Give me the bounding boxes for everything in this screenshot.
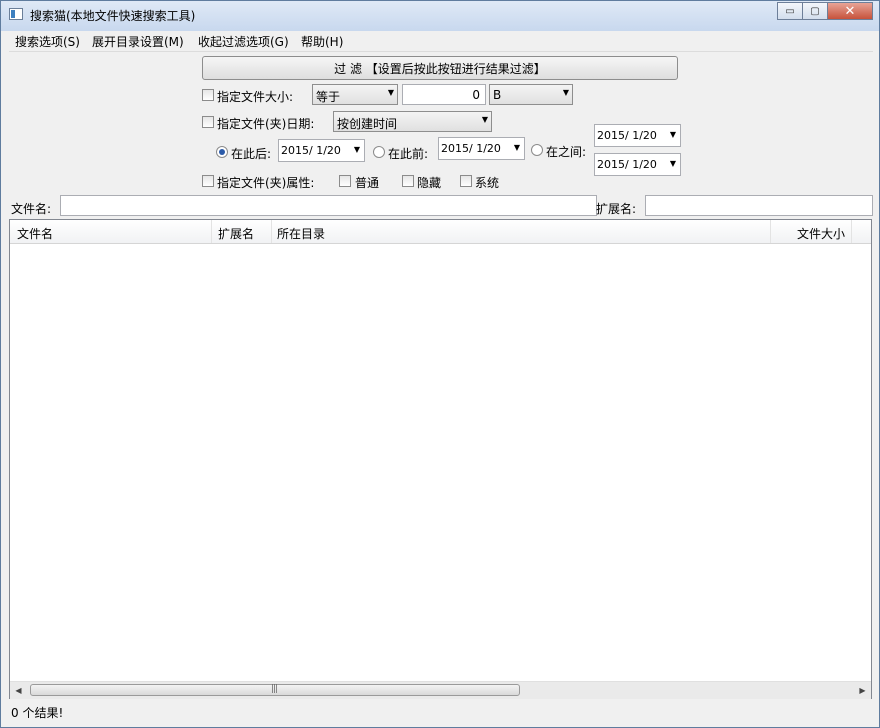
status-text: 0 个结果! bbox=[11, 706, 64, 720]
size-operator-select[interactable]: 等于 ▼ bbox=[312, 84, 398, 105]
date-type-select[interactable]: 按创建时间 ▼ bbox=[333, 111, 492, 132]
results-list[interactable]: 文件名 扩展名 所在目录 文件大小 ◀ ||| ▶ bbox=[9, 219, 872, 699]
date-after-picker[interactable]: 2015/ 1/20 ▼ bbox=[278, 139, 365, 162]
menu-collapse-filter[interactable]: 收起过滤选项(G) bbox=[198, 33, 289, 50]
date-between-label: 在之间: bbox=[546, 145, 587, 159]
size-unit-value: B bbox=[493, 88, 502, 102]
column-size[interactable]: 文件大小 bbox=[771, 220, 852, 243]
date-between-from-value: 2015/ 1/20 bbox=[597, 129, 657, 142]
attr-hidden-label: 隐藏 bbox=[417, 176, 442, 190]
title-bar[interactable]: 搜索猫(本地文件快速搜索工具) ▭ ▢ ✕ bbox=[1, 1, 879, 31]
date-after-value: 2015/ 1/20 bbox=[281, 144, 341, 157]
size-filter-checkbox[interactable] bbox=[202, 89, 214, 101]
scroll-left-icon[interactable]: ◀ bbox=[10, 682, 27, 699]
column-directory-label: 所在目录 bbox=[277, 227, 326, 241]
date-before-value: 2015/ 1/20 bbox=[441, 142, 501, 155]
window-title: 搜索猫(本地文件快速搜索工具) bbox=[30, 9, 196, 23]
status-bar: 0 个结果! bbox=[9, 700, 873, 722]
date-filter-label: 指定文件(夹)日期: bbox=[217, 117, 315, 131]
app-window: 搜索猫(本地文件快速搜索工具) ▭ ▢ ✕ 搜索选项(S) 展开目录设置(M) … bbox=[0, 0, 880, 728]
horizontal-scrollbar[interactable]: ◀ ||| ▶ bbox=[10, 681, 871, 699]
date-before-picker[interactable]: 2015/ 1/20 ▼ bbox=[438, 137, 525, 160]
column-extension-label: 扩展名 bbox=[218, 227, 255, 241]
attr-normal-label: 普通 bbox=[355, 176, 380, 190]
window-controls: ▭ ▢ ✕ bbox=[777, 2, 873, 20]
app-icon bbox=[9, 8, 23, 20]
scroll-right-icon[interactable]: ▶ bbox=[854, 682, 871, 699]
attr-hidden-checkbox[interactable] bbox=[402, 175, 414, 187]
date-filter-checkbox[interactable] bbox=[202, 116, 214, 128]
date-between-radio[interactable] bbox=[531, 144, 543, 156]
column-filename[interactable]: 文件名 bbox=[10, 220, 212, 243]
size-unit-select[interactable]: B ▼ bbox=[489, 84, 573, 105]
date-between-from-picker[interactable]: 2015/ 1/20 ▼ bbox=[594, 124, 681, 147]
chevron-down-icon: ▼ bbox=[669, 130, 676, 139]
column-directory[interactable]: 所在目录 bbox=[272, 220, 771, 243]
attribute-filter-checkbox[interactable] bbox=[202, 175, 214, 187]
filter-button[interactable]: 过 滤 【设置后按此按钮进行结果过滤】 bbox=[202, 56, 678, 80]
column-filename-label: 文件名 bbox=[17, 227, 54, 241]
date-after-radio[interactable] bbox=[216, 146, 228, 158]
date-after-label: 在此后: bbox=[231, 147, 272, 161]
results-header: 文件名 扩展名 所在目录 文件大小 bbox=[10, 220, 871, 244]
size-value-input[interactable]: 0 bbox=[402, 84, 486, 105]
chevron-down-icon: ▼ bbox=[513, 143, 520, 152]
attr-normal-checkbox[interactable] bbox=[339, 175, 351, 187]
chevron-down-icon: ▼ bbox=[562, 88, 569, 97]
menu-help[interactable]: 帮助(H) bbox=[301, 33, 343, 50]
menu-search-options[interactable]: 搜索选项(S) bbox=[15, 33, 80, 50]
size-filter-label: 指定文件大小: bbox=[217, 90, 294, 104]
grip-icon: ||| bbox=[271, 684, 278, 694]
extension-input[interactable] bbox=[645, 195, 873, 216]
attr-system-label: 系统 bbox=[475, 176, 500, 190]
chevron-down-icon: ▼ bbox=[481, 115, 488, 124]
chevron-down-icon: ▼ bbox=[353, 145, 360, 154]
size-value: 0 bbox=[472, 88, 480, 102]
date-before-label: 在此前: bbox=[388, 147, 429, 161]
extension-label: 扩展名: bbox=[596, 202, 637, 216]
filename-input[interactable] bbox=[60, 195, 597, 216]
date-type-value: 按创建时间 bbox=[337, 117, 398, 131]
column-size-label: 文件大小 bbox=[796, 227, 845, 241]
scroll-thumb[interactable]: ||| bbox=[30, 684, 520, 696]
column-extension[interactable]: 扩展名 bbox=[212, 220, 272, 243]
maximize-button[interactable]: ▢ bbox=[802, 2, 828, 20]
chevron-down-icon: ▼ bbox=[669, 159, 676, 168]
size-operator-value: 等于 bbox=[316, 90, 341, 104]
filename-label: 文件名: bbox=[11, 202, 52, 216]
menu-bar: 搜索选项(S) 展开目录设置(M) 收起过滤选项(G) 帮助(H) bbox=[9, 31, 873, 52]
menu-expand-directory[interactable]: 展开目录设置(M) bbox=[92, 33, 184, 50]
attribute-filter-label: 指定文件(夹)属性: bbox=[217, 176, 315, 190]
attr-system-checkbox[interactable] bbox=[460, 175, 472, 187]
date-before-radio[interactable] bbox=[373, 146, 385, 158]
chevron-down-icon: ▼ bbox=[387, 88, 394, 97]
minimize-button[interactable]: ▭ bbox=[777, 2, 803, 20]
close-button[interactable]: ✕ bbox=[827, 2, 873, 20]
date-between-to-picker[interactable]: 2015/ 1/20 ▼ bbox=[594, 153, 681, 176]
date-between-to-value: 2015/ 1/20 bbox=[597, 158, 657, 171]
